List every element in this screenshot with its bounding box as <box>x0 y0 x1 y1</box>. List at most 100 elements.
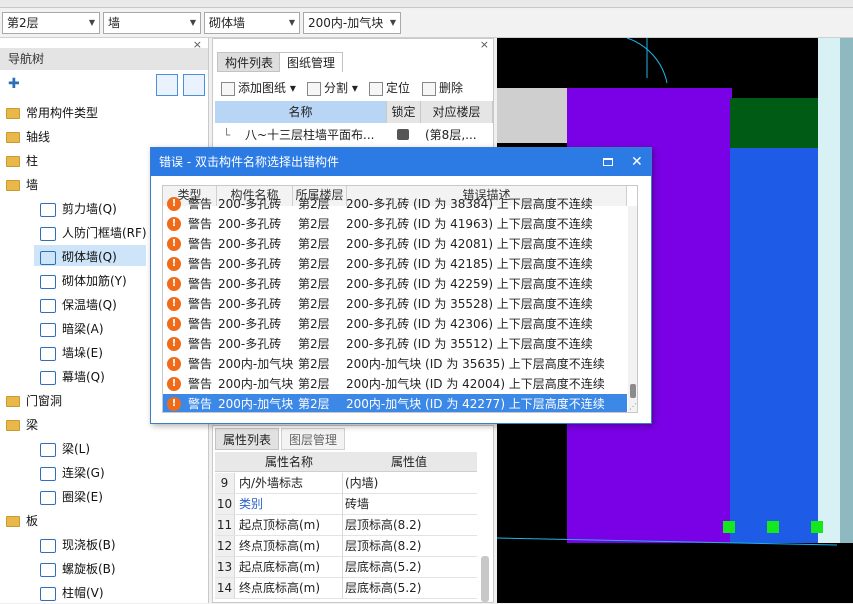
property-row[interactable]: 13 起点底标高(m) 层底标高(5.2) <box>215 557 477 578</box>
scrollbar-thumb[interactable] <box>481 556 489 602</box>
error-row[interactable]: ! 警告 200-多孔砖 第2层 200-多孔砖 (ID 为 42185) 上下层高度不… <box>163 254 627 274</box>
property-panel: 属性列表 图层管理 属性名称 属性值 9 内/外墙标志 (内墙) 10 类别 砖墙 11 起点… <box>212 425 494 603</box>
column-prop-name: 属性名称 <box>265 455 314 469</box>
table-row[interactable]: └ 八~十三层柱墙平面布... (第8层,... <box>215 125 493 145</box>
tab-drawing-manage[interactable]: 图纸管理 <box>279 52 344 72</box>
floor-select-value: 第2层 <box>7 16 39 30</box>
split-icon <box>307 81 321 96</box>
error-list[interactable]: 类型 构件名称 所属楼层 错误描述 ⋰ ! 警告 200-多孔砖 第2层 200-多孔砖… <box>162 185 638 413</box>
tree-item[interactable]: 砌体墙(Q) <box>40 246 117 268</box>
scrollbar-thumb[interactable] <box>630 384 636 398</box>
dialog-title: 错误 - 双击构件名称选择出错构件 <box>159 155 339 169</box>
split-button[interactable]: 分割 ▾ <box>307 78 358 98</box>
add-drawing-icon <box>221 81 235 96</box>
category-select[interactable]: 墙 ▼ <box>103 12 201 34</box>
error-desc: 200-多孔砖 (ID 为 42185) 上下层高度不连续 <box>346 257 593 271</box>
tree-item-label: 现浇板(B) <box>62 538 116 552</box>
tree-item-label: 墙 <box>26 178 39 192</box>
maximize-icon[interactable] <box>603 158 613 166</box>
tree-item[interactable]: 现浇板(B) <box>40 534 116 556</box>
error-row[interactable]: ! 警告 200内-加气块 第2层 200内-加气块 (ID 为 42004) 上下层高… <box>163 374 627 394</box>
error-row[interactable]: ! 警告 200-多孔砖 第2层 200-多孔砖 (ID 为 38384) 上下层高度不… <box>163 194 627 214</box>
tab-component-list[interactable]: 构件列表 <box>217 52 282 72</box>
warning-icon: ! <box>167 357 181 371</box>
tree-item-label: 圈梁(E) <box>62 490 103 504</box>
tree-item[interactable]: 轴线 <box>6 126 50 148</box>
floor-select[interactable]: 第2层 ▼ <box>2 12 100 34</box>
property-row[interactable]: 14 终点底标高(m) 层底标高(5.2) <box>215 578 477 599</box>
tree-item[interactable]: 柱帽(V) <box>40 582 104 604</box>
locate-label: 定位 <box>386 81 411 95</box>
property-row[interactable]: 11 起点顶标高(m) 层顶标高(8.2) <box>215 515 477 536</box>
error-row[interactable]: ! 警告 200-多孔砖 第2层 200-多孔砖 (ID 为 35528) 上下层高度不… <box>163 294 627 314</box>
tree-item[interactable]: 梁 <box>6 414 38 436</box>
tree-item[interactable]: 暗梁(A) <box>40 318 104 340</box>
error-row[interactable]: ! 警告 200-多孔砖 第2层 200-多孔砖 (ID 为 41963) 上下层高度不… <box>163 214 627 234</box>
warning-icon: ! <box>167 397 181 411</box>
error-floor: 第2层 <box>298 377 330 391</box>
tab-property-list[interactable]: 属性列表 <box>215 428 280 450</box>
tree-item[interactable]: 人防门框墙(RF) <box>40 222 147 244</box>
tree-item[interactable]: 板 <box>6 510 38 532</box>
error-row[interactable]: ! 警告 200-多孔砖 第2层 200-多孔砖 (ID 为 42081) 上下层高度不… <box>163 234 627 254</box>
tree-item[interactable]: 保温墙(Q) <box>40 294 117 316</box>
cast-slab-icon <box>40 538 56 553</box>
tree-item[interactable]: 常用构件类型 <box>6 102 98 124</box>
error-row[interactable]: ! 警告 200-多孔砖 第2层 200-多孔砖 (ID 为 42259) 上下层高度不… <box>163 274 627 294</box>
lock-icon[interactable] <box>397 129 409 140</box>
locate-button[interactable]: 定位 <box>369 78 410 98</box>
warning-icon: ! <box>167 297 181 311</box>
error-row[interactable]: ! 警告 200-多孔砖 第2层 200-多孔砖 (ID 为 35512) 上下层高度不… <box>163 334 627 354</box>
error-row[interactable]: ! 警告 200内-加气块 第2层 200内-加气块 (ID 为 35635) 上下层高… <box>163 354 627 374</box>
column-floor[interactable]: 对应楼层 <box>421 101 493 123</box>
error-desc: 200内-加气块 (ID 为 42277) 上下层高度不连续 <box>346 397 605 411</box>
error-desc: 200-多孔砖 (ID 为 35528) 上下层高度不连续 <box>346 297 593 311</box>
property-value: 层底标高(5.2) <box>342 578 477 599</box>
property-row[interactable]: 12 终点顶标高(m) 层顶标高(8.2) <box>215 536 477 557</box>
tree-view-button[interactable] <box>183 74 205 96</box>
component-select-value: 200内-加气块 <box>308 16 384 30</box>
property-row[interactable]: 10 类别 砖墙 <box>215 494 477 515</box>
tree-line: └ <box>223 128 231 142</box>
tree-item[interactable]: 连梁(G) <box>40 462 105 484</box>
tree-item[interactable]: 圈梁(E) <box>40 486 103 508</box>
close-icon[interactable]: ✕ <box>631 148 643 176</box>
tree-item[interactable]: 砌体加筋(Y) <box>40 270 127 292</box>
type-select-value: 砌体墙 <box>209 16 246 30</box>
resize-grip-icon[interactable]: ⋰ <box>629 402 637 411</box>
delete-button[interactable]: 删除 <box>422 78 463 98</box>
scrollbar[interactable] <box>628 206 637 412</box>
grip-point[interactable] <box>767 521 779 533</box>
grip-point[interactable] <box>811 521 823 533</box>
close-icon[interactable]: × <box>480 38 489 51</box>
add-drawing-button[interactable]: 添加图纸 ▾ <box>221 78 296 98</box>
error-floor: 第2层 <box>298 337 330 351</box>
tree-item[interactable]: 墙 <box>6 174 38 196</box>
folder-icon <box>6 132 20 143</box>
tab-layer-manage[interactable]: 图层管理 <box>281 428 346 450</box>
error-row[interactable]: ! 警告 200内-加气块 第2层 200内-加气块 (ID 为 42277) 上下层高… <box>163 394 627 412</box>
column-lock[interactable]: 锁定 <box>387 101 421 123</box>
list-view-button[interactable] <box>156 74 178 96</box>
property-value: 层顶标高(8.2) <box>342 536 477 557</box>
error-row[interactable]: ! 警告 200-多孔砖 第2层 200-多孔砖 (ID 为 42306) 上下层高度不… <box>163 314 627 334</box>
tree-item[interactable]: 螺旋板(B) <box>40 558 116 580</box>
property-row[interactable]: 9 内/外墙标志 (内墙) <box>215 473 477 494</box>
column-name[interactable]: 名称 <box>215 101 387 123</box>
property-index: 11 <box>215 515 235 535</box>
tree-item[interactable]: 柱 <box>6 150 38 172</box>
tree-item[interactable]: 幕墙(Q) <box>40 366 105 388</box>
component-select[interactable]: 200内-加气块 ▼ <box>303 12 401 34</box>
blue-wall <box>730 148 818 548</box>
grip-point[interactable] <box>723 521 735 533</box>
tree-item[interactable]: 剪力墙(Q) <box>40 198 117 220</box>
add-icon[interactable]: ✚ <box>8 76 20 92</box>
error-floor: 第2层 <box>298 217 330 231</box>
tree-item[interactable]: 梁(L) <box>40 438 90 460</box>
tree-item[interactable]: 墙垛(E) <box>40 342 103 364</box>
property-value: 层顶标高(8.2) <box>342 515 477 536</box>
masonry-rebar-icon <box>40 274 56 289</box>
tree-item[interactable]: 门窗洞 <box>6 390 62 412</box>
type-select[interactable]: 砌体墙 ▼ <box>204 12 300 34</box>
hidden-beam-icon <box>40 322 56 337</box>
